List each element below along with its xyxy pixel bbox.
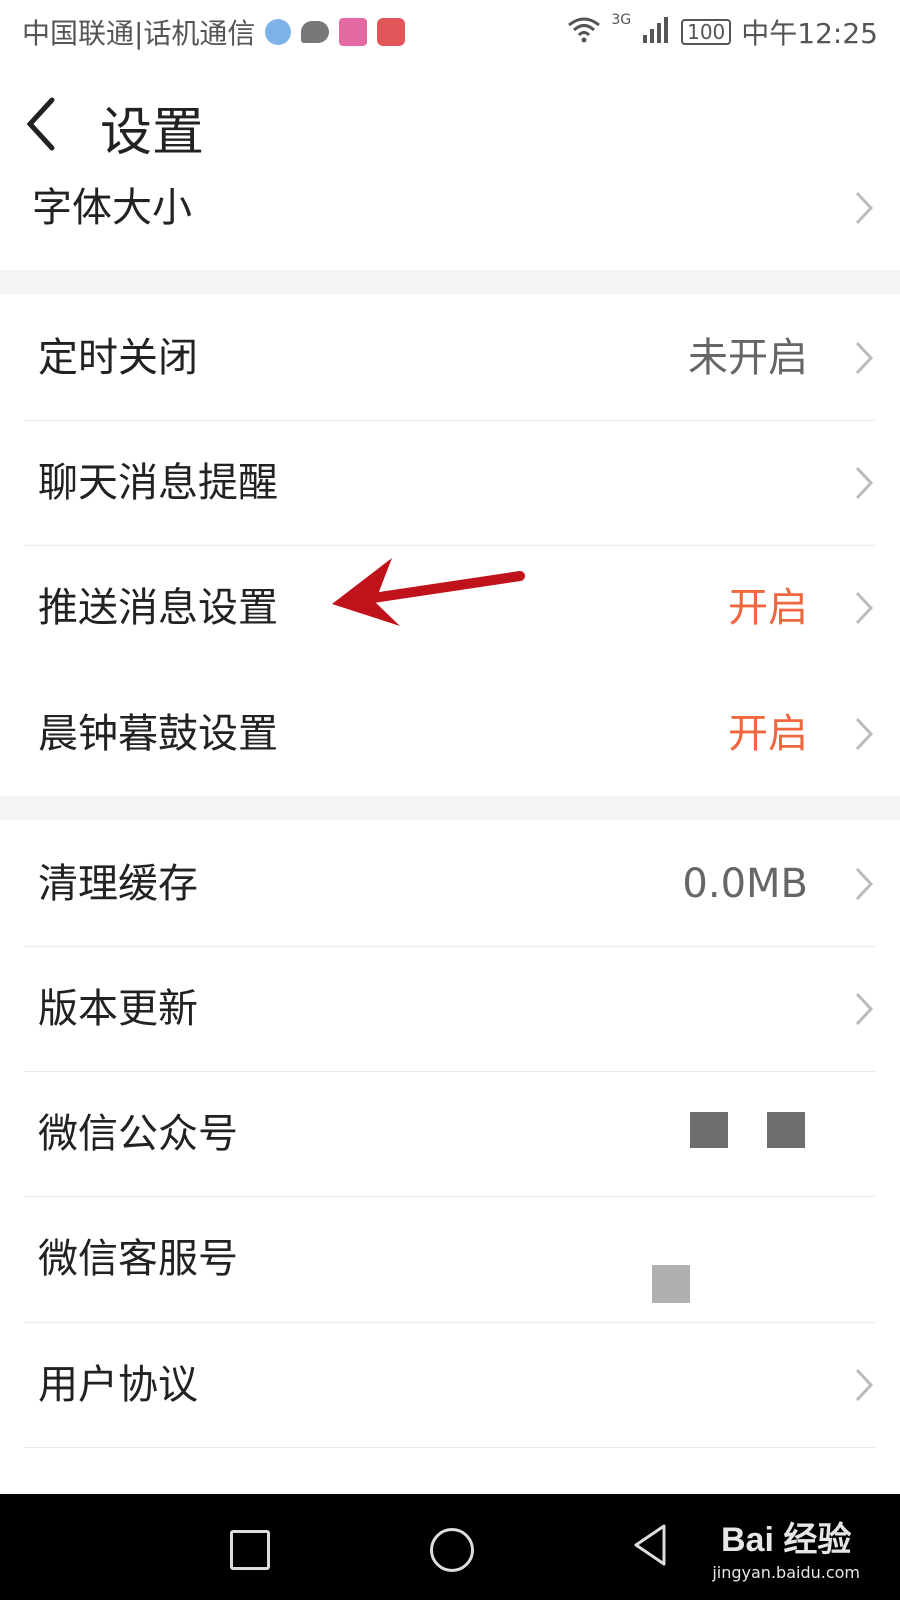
row-value: 未开启: [688, 335, 808, 381]
row-clear-cache[interactable]: 清理缓存 0.0MB: [0, 822, 900, 946]
microphone-icon: [377, 18, 406, 46]
row-chat-reminder[interactable]: 聊天消息提醒: [0, 421, 900, 545]
redacted-block: [652, 1265, 690, 1303]
battery-icon: 100: [681, 19, 732, 45]
chevron-right-icon: [855, 466, 874, 500]
carrier-text: 中国联通|话机通信: [22, 17, 256, 50]
row-user-agreement[interactable]: 用户协议: [0, 1323, 900, 1447]
system-nav-bar: Bai 经验 jingyan.baidu.com: [0, 1494, 900, 1600]
section-gap: [0, 270, 900, 294]
row-font-size[interactable]: 字体大小: [0, 148, 900, 268]
row-wechat-service[interactable]: 微信客服号: [0, 1197, 900, 1321]
back-triangle-icon[interactable]: [630, 1522, 670, 1568]
row-label: 微信公众号: [38, 1111, 238, 1157]
recents-button[interactable]: [230, 1530, 270, 1570]
row-wechat-official[interactable]: 微信公众号: [0, 1072, 900, 1196]
chevron-right-icon: [855, 591, 874, 625]
chevron-right-icon: [855, 341, 874, 375]
row-label: 聊天消息提醒: [38, 460, 278, 506]
divider: [24, 1447, 876, 1448]
row-label: 推送消息设置: [38, 585, 278, 631]
chevron-right-icon: [855, 717, 874, 751]
status-left: 中国联通|话机通信: [22, 12, 406, 52]
browser-icon: [265, 19, 292, 45]
row-label: 版本更新: [38, 986, 198, 1032]
row-value: 0.0MB: [682, 861, 808, 907]
redacted-block: [767, 1112, 805, 1148]
row-label: 晨钟暮鼓设置: [38, 711, 278, 757]
status-right: 3G 100 中午12:25: [567, 12, 878, 52]
watermark-logo: Bai 经验: [720, 1521, 852, 1559]
chevron-right-icon: [855, 867, 874, 901]
watermark-url: jingyan.baidu.com: [712, 1563, 860, 1582]
row-value: 开启: [728, 585, 808, 631]
message-icon: [301, 21, 330, 43]
row-timer-close[interactable]: 定时关闭 未开启: [0, 296, 900, 420]
row-label: 字体大小: [32, 185, 192, 231]
time-text: 中午12:25: [741, 17, 878, 50]
row-version-update[interactable]: 版本更新: [0, 947, 900, 1071]
row-label: 微信客服号: [38, 1236, 238, 1282]
row-morning-evening[interactable]: 晨钟暮鼓设置 开启: [0, 672, 900, 796]
back-arrow-icon[interactable]: [22, 94, 62, 154]
row-value: 开启: [728, 711, 808, 757]
chevron-right-icon: [855, 1368, 874, 1402]
row-label: 用户协议: [38, 1362, 198, 1408]
redacted-block: [690, 1112, 728, 1148]
network-type: 3G: [611, 12, 632, 28]
chevron-right-icon: [855, 992, 874, 1026]
status-bar: 中国联通|话机通信 3G 100 中午12:25: [0, 0, 900, 64]
row-label: 清理缓存: [38, 861, 198, 907]
row-push-settings[interactable]: 推送消息设置 开启: [0, 546, 900, 670]
chevron-right-icon: [855, 191, 874, 225]
signal-icon: [641, 15, 671, 50]
wifi-icon: [567, 15, 601, 50]
row-label: 定时关闭: [38, 335, 198, 381]
home-button[interactable]: [430, 1528, 474, 1572]
section-gap: [0, 796, 900, 820]
baidu-watermark: Bai 经验 jingyan.baidu.com: [712, 1512, 860, 1582]
app-icon: [339, 18, 368, 46]
